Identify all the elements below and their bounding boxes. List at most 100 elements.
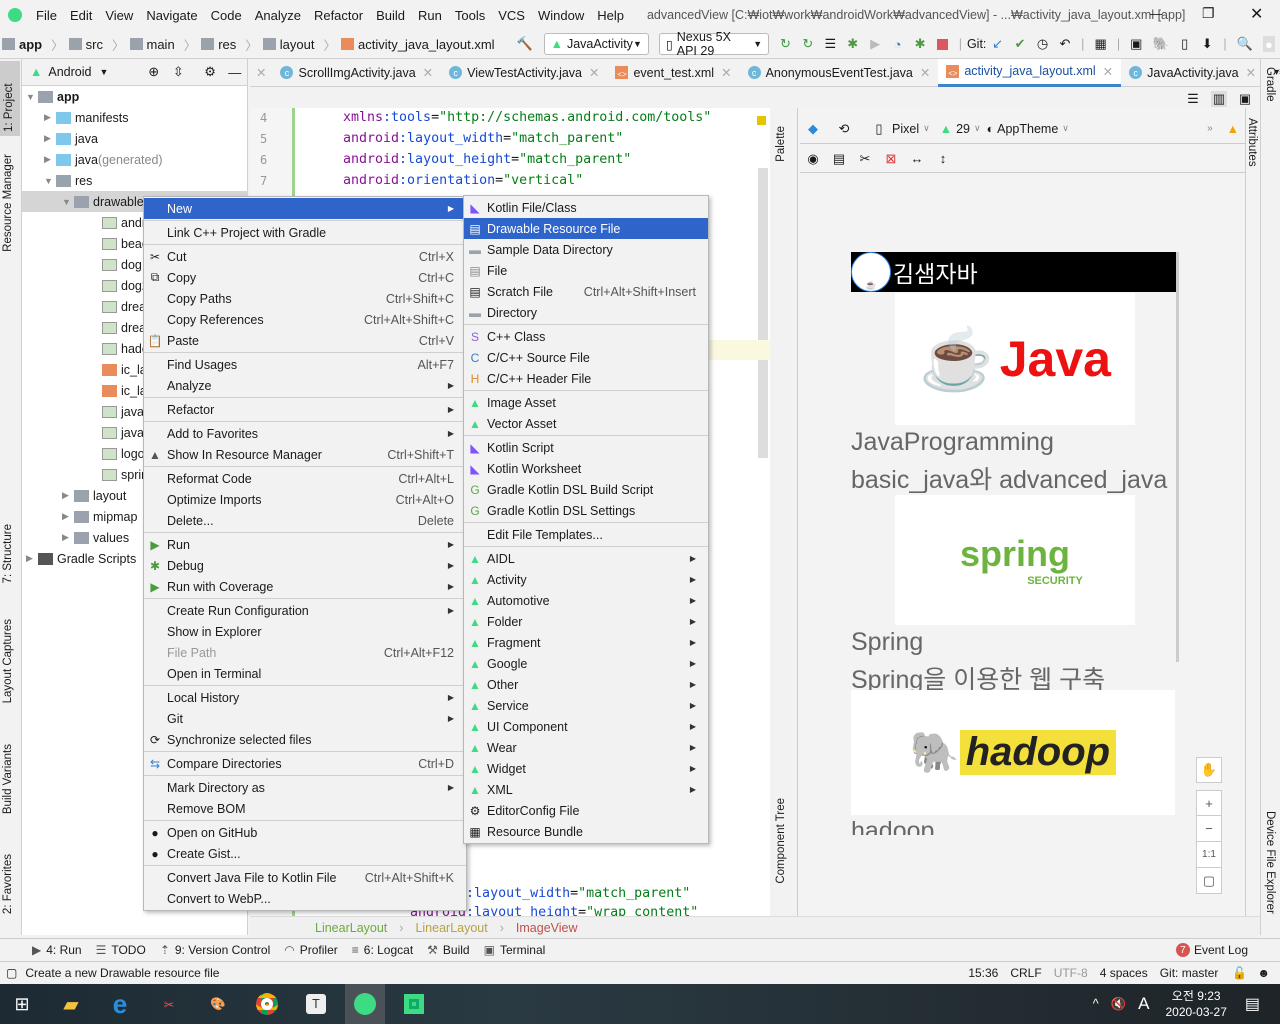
menu-item-synchronize-selected-files[interactable]: ⟳ Synchronize selected files [144, 729, 466, 750]
git-branch[interactable]: Git: master [1160, 966, 1219, 980]
eye-icon[interactable]: ◉ [805, 151, 821, 167]
project-tool-tab[interactable]: 1: Project [0, 61, 20, 136]
layout-preview[interactable]: ☕ 김샘자바 ☕ Java JavaProgramming basic_java와… [851, 252, 1179, 835]
autoconnect-off-icon[interactable]: ✂ [857, 151, 873, 167]
menu-item-show-in-resource-manager[interactable]: ▲ Show In Resource Manager Ctrl+Shift+T [144, 444, 466, 465]
line-separator[interactable]: CRLF [1010, 966, 1041, 980]
menu-code[interactable]: Code [211, 8, 242, 23]
view-mode-select[interactable]: Android [48, 65, 91, 79]
device-file-explorer-tool-tab[interactable]: Device File Explorer [1264, 811, 1276, 914]
clear-constraints-icon[interactable]: ⊠ [883, 151, 899, 167]
tab-scrollimgactivity-java[interactable]: c ScrollImgActivity.java ✕ [272, 59, 441, 87]
chevron-down-icon[interactable]: ▼ [99, 67, 108, 77]
zoom-out-button[interactable]: − [1196, 816, 1222, 842]
breadcrumb-item[interactable]: LinearLayout [415, 921, 487, 935]
menu-item-copy-paths[interactable]: Copy Paths Ctrl+Shift+C [144, 288, 466, 309]
menu-run[interactable]: Run [418, 8, 442, 23]
more-icon[interactable]: » [1207, 123, 1213, 134]
collapsed-arrow-icon[interactable]: ▶ [62, 490, 74, 501]
tab-close-icon[interactable]: ✕ [589, 65, 599, 80]
ime-indicator[interactable]: A [1138, 994, 1149, 1014]
component-tree-tool-tab[interactable]: Component Tree [775, 798, 787, 884]
collapsed-arrow-icon[interactable]: ▶ [44, 154, 56, 165]
menu-item-edit-file-templates[interactable]: Edit File Templates... [464, 524, 708, 545]
tab-close-icon[interactable]: ✕ [1246, 65, 1256, 80]
menu-edit[interactable]: Edit [70, 8, 92, 23]
menu-item-kotlin-script[interactable]: ◣ Kotlin Script [464, 437, 708, 458]
tray-chevron-icon[interactable]: ^ [1093, 997, 1099, 1011]
tab-close-icon[interactable]: ✕ [1103, 64, 1113, 79]
snipping-tool-icon[interactable]: ✂ [149, 984, 189, 1024]
tab-overflow-button[interactable]: ▾≡3 [1274, 67, 1280, 78]
build-hammer-icon[interactable]: 🔨 [516, 36, 532, 52]
notification-icon[interactable]: ▤ [1245, 994, 1260, 1014]
menu-item-find-usages[interactable]: Find Usages Alt+F7 [144, 354, 466, 375]
user-icon[interactable]: ● [1262, 36, 1276, 52]
split-view-icon[interactable]: ▥ [1211, 91, 1227, 107]
blueprint-icon[interactable]: ▤ [831, 151, 847, 167]
tool-window-4-run[interactable]: ▶ 4: Run [32, 943, 82, 957]
menu-view[interactable]: View [105, 8, 133, 23]
menu-item-debug[interactable]: ✱ Debug ▶ [144, 555, 466, 576]
build-variants-tool-tab[interactable]: Build Variants [2, 744, 14, 814]
status-toggle-icon[interactable]: ▢ [6, 966, 17, 980]
pan-hand-button[interactable]: ✋ [1196, 757, 1222, 783]
locate-icon[interactable]: ⊕ [146, 64, 161, 80]
zoom-actual-button[interactable]: 1:1 [1196, 842, 1222, 868]
collapsed-arrow-icon[interactable]: ▶ [44, 112, 56, 123]
structure-tool-tab[interactable]: 7: Structure [2, 524, 14, 583]
device-select[interactable]: Pixel [892, 122, 919, 136]
menu-item-open-in-terminal[interactable]: Open in Terminal [144, 663, 466, 684]
menu-window[interactable]: Window [538, 8, 584, 23]
menu-item-delete[interactable]: Delete... Delete [144, 510, 466, 531]
tab-event-test-xml[interactable]: <> event_test.xml ✕ [607, 59, 739, 87]
menu-item-drawable-resource-file[interactable]: ▤ Drawable Resource File [464, 218, 708, 239]
menu-item-vector-asset[interactable]: ▲ Vector Asset [464, 413, 708, 434]
vertical-expand-icon[interactable]: ↕ [935, 151, 951, 167]
menu-item-ui-component[interactable]: ▲ UI Component ▶ [464, 716, 708, 737]
menu-item-cut[interactable]: ✂ Cut Ctrl+X [144, 246, 466, 267]
android-studio-icon[interactable] [345, 984, 385, 1024]
terminal-icon[interactable]: ▣ [1130, 36, 1142, 52]
tab-close-icon[interactable]: ✕ [920, 65, 930, 80]
menu-item-sample-data-directory[interactable]: ▬ Sample Data Directory [464, 239, 708, 260]
menu-item-kotlin-file-class[interactable]: ◣ Kotlin File/Class [464, 197, 708, 218]
gradle-sync-icon[interactable]: 🐘 [1152, 36, 1168, 52]
menu-item-refactor[interactable]: Refactor ▶ [144, 399, 466, 420]
menu-item-automotive[interactable]: ▲ Automotive ▶ [464, 590, 708, 611]
tool-window-6-logcat[interactable]: ≡ 6: Logcat [352, 943, 413, 957]
menu-item-aidl[interactable]: ▲ AIDL ▶ [464, 548, 708, 569]
paint-icon[interactable]: 🎨 [198, 984, 238, 1024]
chrome-icon[interactable] [247, 984, 287, 1024]
git-rollback-icon[interactable]: ↶ [1059, 36, 1071, 52]
menu-item-new[interactable]: New ▶ [144, 198, 466, 219]
avd-manager-icon[interactable]: ▯ [1179, 36, 1191, 52]
menu-item-widget[interactable]: ▲ Widget ▶ [464, 758, 708, 779]
menu-item-other[interactable]: ▲ Other ▶ [464, 674, 708, 695]
layers-icon[interactable]: ◆ [805, 121, 821, 137]
code-view-icon[interactable]: ☰ [1185, 91, 1201, 107]
collapse-all-icon[interactable]: ⇳ [171, 64, 186, 80]
attach-debugger-icon[interactable]: ✱ [914, 36, 926, 52]
horizontal-expand-icon[interactable]: ↔ [909, 151, 925, 167]
close-icon[interactable]: ✕ [256, 65, 266, 80]
menu-item-local-history[interactable]: Local History ▶ [144, 687, 466, 708]
coverage-icon[interactable]: ☰ [824, 36, 836, 52]
tab-activity-java-layout-xml[interactable]: <> activity_java_layout.xml ✕ [938, 58, 1122, 87]
menu-item-add-to-favorites[interactable]: Add to Favorites ▶ [144, 423, 466, 444]
project-structure-icon[interactable]: ▦ [1094, 36, 1106, 52]
menu-item-folder[interactable]: ▲ Folder ▶ [464, 611, 708, 632]
menu-item-image-asset[interactable]: ▲ Image Asset [464, 392, 708, 413]
preview-scrollbar[interactable] [1176, 252, 1179, 662]
event-log-button[interactable]: 7 Event Log [1175, 943, 1248, 957]
clock[interactable]: 오전 9:23 2020-03-27 [1165, 988, 1226, 1020]
tab-close-icon[interactable]: ✕ [721, 65, 731, 80]
stop-icon[interactable] [936, 36, 948, 52]
menu-help[interactable]: Help [597, 8, 624, 23]
breadcrumb-item[interactable]: main [147, 37, 175, 52]
menu-item-editorconfig-file[interactable]: ⚙ EditorConfig File [464, 800, 708, 821]
api-select[interactable]: 29 [956, 122, 970, 136]
volume-muted-icon[interactable]: 🔇 [1111, 997, 1127, 1012]
apply-changes-icon[interactable]: ↻ [779, 36, 791, 52]
menu-item-open-on-github[interactable]: ● Open on GitHub [144, 822, 466, 843]
